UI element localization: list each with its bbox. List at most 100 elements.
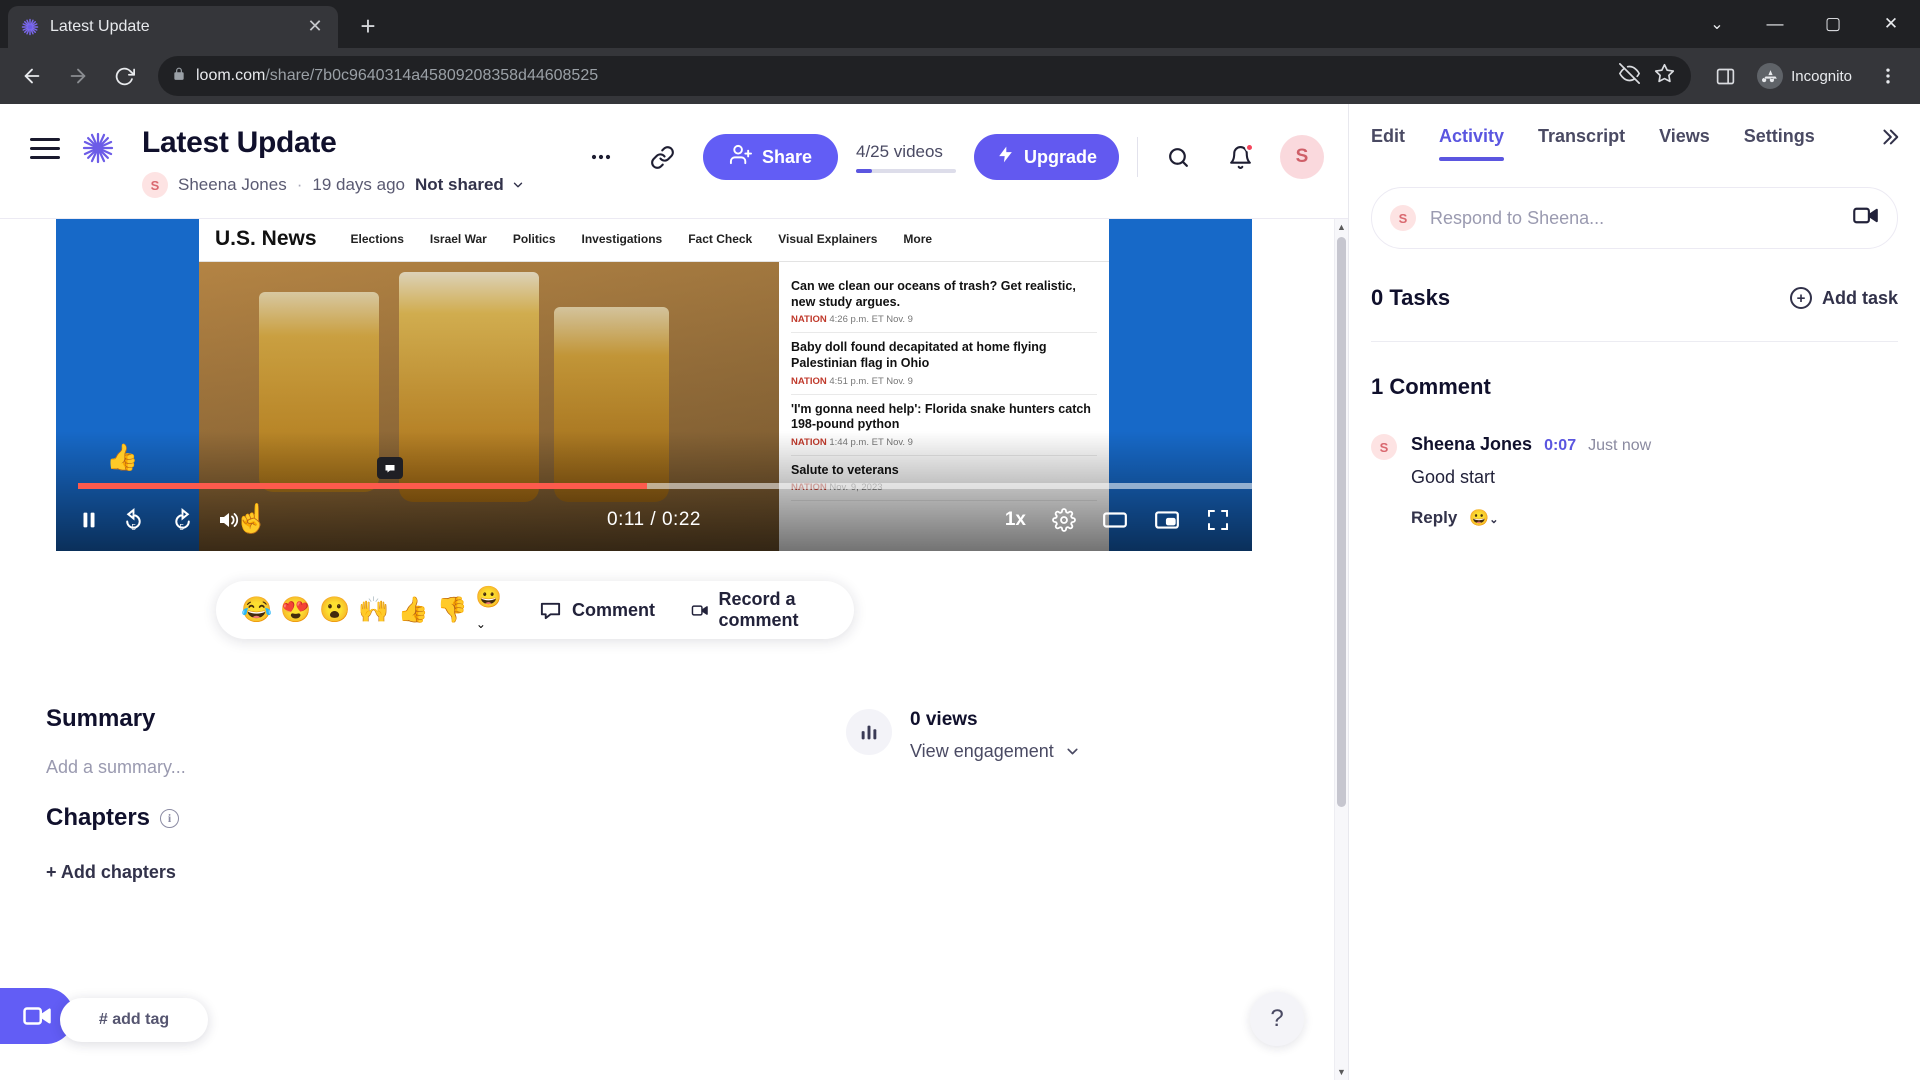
rewind-5-icon[interactable]: 5	[122, 507, 147, 533]
chevron-down-icon	[1067, 748, 1078, 755]
view-engagement-label: View engagement	[910, 741, 1054, 761]
picture-in-picture-icon[interactable]	[1154, 507, 1180, 533]
emoji-picker-icon[interactable]: 😀⌄	[473, 586, 505, 634]
video-camera-icon	[691, 604, 708, 616]
pause-icon[interactable]	[78, 509, 100, 531]
hamburger-icon[interactable]	[30, 138, 60, 159]
news-nav-item: Israel War	[429, 232, 487, 246]
ellipsis-icon[interactable]	[579, 135, 623, 179]
emoji-picker-icon[interactable]: 😀⌄	[1469, 508, 1498, 528]
close-window-button[interactable]: ✕	[1862, 0, 1920, 48]
tab-transcript[interactable]: Transcript	[1538, 126, 1625, 161]
plus-icon[interactable]: +	[348, 6, 388, 46]
upgrade-button[interactable]: Upgrade	[973, 134, 1119, 180]
scrollbar-thumb[interactable]	[1337, 237, 1346, 807]
chapters-heading: Chapters i	[46, 804, 806, 832]
engagement-text: 0 views View engagement	[910, 709, 1081, 762]
reaction-surprised[interactable]: 😮	[316, 596, 353, 625]
address-bar[interactable]: loom.com/share/7b0c9640314a45809208358d4…	[158, 56, 1692, 96]
time-readout: 0:11 / 0:22	[607, 509, 701, 531]
scroll-region: U.S. News Elections Israel War Politics …	[0, 218, 1348, 1080]
share-button[interactable]: Share	[702, 134, 838, 180]
playback-speed-button[interactable]: 1x	[1005, 509, 1026, 531]
comment-timestamp[interactable]: 0:07	[1544, 437, 1576, 455]
videos-count[interactable]: 4/25 videos	[855, 141, 956, 173]
forward-arrow-icon[interactable]	[58, 56, 98, 96]
kebab-icon[interactable]	[1868, 56, 1908, 96]
comments-count: 1 Comment	[1371, 374, 1491, 399]
reaction-thumbs-down[interactable]: 👎	[434, 596, 471, 625]
reaction-raised-hands[interactable]: 🙌	[355, 596, 392, 625]
browser-tab[interactable]: Latest Update ✕	[8, 6, 338, 48]
browser-toolbar: loom.com/share/7b0c9640314a45809208358d4…	[0, 48, 1920, 104]
tab-edit[interactable]: Edit	[1371, 126, 1405, 161]
add-chapters-button[interactable]: + Add chapters	[46, 862, 806, 883]
upgrade-button-label: Upgrade	[1023, 146, 1097, 167]
reaction-laugh[interactable]: 😂	[238, 596, 275, 625]
reload-icon[interactable]	[104, 56, 144, 96]
comment-marker-icon[interactable]	[377, 457, 404, 479]
summary-placeholder[interactable]: Add a summary...	[46, 757, 806, 778]
side-panel-icon[interactable]	[1705, 56, 1745, 96]
title-block: Latest Update S Sheena Jones · 19 days a…	[142, 126, 525, 198]
url-text: loom.com/share/7b0c9640314a45809208358d4…	[196, 67, 598, 85]
chevron-down-icon[interactable]: ⌄	[1688, 0, 1746, 48]
star-icon[interactable]	[1654, 63, 1675, 89]
chevrons-right-icon[interactable]	[1878, 126, 1920, 154]
header-divider	[1137, 137, 1138, 177]
search-icon[interactable]	[1156, 135, 1200, 179]
video-camera-icon[interactable]	[1852, 202, 1879, 234]
divider	[1371, 341, 1898, 342]
reaction-heart-eyes[interactable]: 😍	[277, 596, 314, 625]
video-player[interactable]: U.S. News Elections Israel War Politics …	[56, 219, 1252, 551]
reaction-thumbs-up-icon: 👍	[106, 442, 139, 472]
scroll-down-arrow-icon[interactable]: ▼	[1335, 1064, 1348, 1080]
view-engagement-link[interactable]: View engagement	[910, 741, 1081, 762]
add-task-label: Add task	[1821, 287, 1898, 308]
minimize-button[interactable]: —	[1746, 0, 1804, 48]
comment-actions: Reply 😀⌄	[1411, 508, 1898, 528]
page-scrollbar[interactable]: ▲ ▼	[1334, 219, 1348, 1080]
fullscreen-icon[interactable]	[1206, 508, 1230, 532]
news-nav-item: Investigations	[581, 232, 663, 246]
maximize-button[interactable]: ▢	[1804, 0, 1862, 48]
incognito-indicator[interactable]: Incognito	[1751, 59, 1862, 93]
tab-views[interactable]: Views	[1659, 126, 1710, 161]
reply-button[interactable]: Reply	[1411, 508, 1457, 528]
videos-count-label: 4/25 videos	[855, 141, 943, 161]
back-arrow-icon[interactable]	[12, 56, 52, 96]
bell-icon[interactable]	[1218, 135, 1262, 179]
record-comment-button[interactable]: Record a comment	[691, 589, 832, 631]
header-actions: Share 4/25 videos Upgrade S	[579, 134, 1348, 180]
tab-settings[interactable]: Settings	[1744, 126, 1815, 161]
loom-logo-icon[interactable]	[82, 132, 114, 169]
news-nav-item: Politics	[512, 232, 556, 246]
help-button[interactable]: ?	[1250, 992, 1304, 1046]
tab-activity[interactable]: Activity	[1439, 126, 1505, 161]
add-task-button[interactable]: + Add task	[1789, 287, 1898, 309]
views-count: 0 views	[910, 709, 978, 730]
news-headline: 'I'm gonna need help': Florida snake hun…	[791, 401, 1091, 432]
reaction-thumbs-up[interactable]: 👍	[395, 596, 432, 625]
scroll-up-arrow-icon[interactable]: ▲	[1335, 219, 1348, 235]
forward-5-icon[interactable]: 5	[169, 507, 194, 533]
sharing-status-dropdown[interactable]: Not shared	[415, 175, 525, 195]
browser-tab-strip: Latest Update ✕ + ⌄ — ▢ ✕	[0, 0, 1920, 48]
info-icon[interactable]: i	[160, 808, 180, 828]
page-title[interactable]: Latest Update	[142, 126, 525, 160]
add-tag-button[interactable]: # add tag	[60, 998, 208, 1042]
link-icon[interactable]	[641, 135, 685, 179]
video-date: 19 days ago	[312, 175, 406, 194]
comment-button[interactable]: Comment	[539, 599, 655, 622]
url-domain: loom.com	[196, 67, 266, 84]
notification-dot	[1245, 143, 1254, 152]
eye-off-icon[interactable]	[1619, 63, 1641, 89]
news-brand: U.S. News	[215, 227, 317, 250]
close-icon[interactable]: ✕	[304, 16, 326, 38]
news-item: Can we clean our oceans of trash? Get re…	[791, 272, 1097, 334]
user-avatar[interactable]: S	[1280, 135, 1324, 179]
gear-icon[interactable]	[1052, 508, 1076, 532]
current-time: 0:11	[607, 509, 645, 530]
theater-mode-icon[interactable]	[1102, 507, 1128, 533]
respond-input[interactable]: S Respond to Sheena...	[1371, 187, 1898, 249]
